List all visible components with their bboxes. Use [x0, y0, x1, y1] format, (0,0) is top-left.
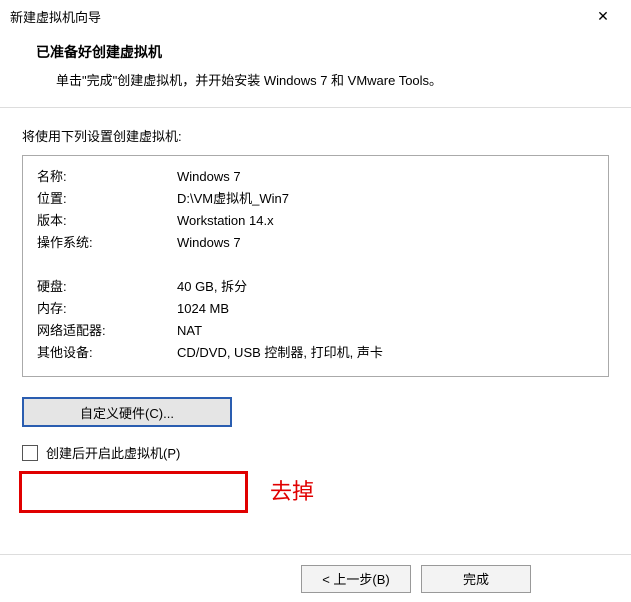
back-button-label: < 上一步(B)	[322, 569, 390, 588]
power-on-checkbox-label[interactable]: 创建后开启此虚拟机(P)	[46, 443, 180, 462]
settings-label-os: 操作系统:	[37, 232, 177, 254]
power-on-checkbox[interactable]	[22, 445, 38, 461]
settings-value-memory: 1024 MB	[177, 298, 594, 320]
settings-label-network: 网络适配器:	[37, 320, 177, 342]
settings-row: 其他设备: CD/DVD, USB 控制器, 打印机, 声卡	[37, 342, 594, 364]
settings-row: 操作系统: Windows 7	[37, 232, 594, 254]
wizard-description: 单击"完成"创建虚拟机，并开始安装 Windows 7 和 VMware Too…	[36, 70, 621, 89]
finish-button-label: 完成	[463, 569, 489, 588]
settings-row: 网络适配器: NAT	[37, 320, 594, 342]
settings-value-disk: 40 GB, 拆分	[177, 276, 594, 298]
customize-hardware-button[interactable]: 自定义硬件(C)...	[22, 397, 232, 427]
settings-row: 名称: Windows 7	[37, 166, 594, 188]
close-icon: ✕	[597, 8, 609, 25]
settings-label-version: 版本:	[37, 210, 177, 232]
settings-label-name: 名称:	[37, 166, 177, 188]
annotation-text: 去掉	[270, 474, 314, 506]
settings-row: 硬盘: 40 GB, 拆分	[37, 276, 594, 298]
wizard-footer: < 上一步(B) 完成	[0, 554, 631, 602]
wizard-content: 将使用下列设置创建虚拟机: 名称: Windows 7 位置: D:\VM虚拟机…	[0, 108, 631, 462]
settings-label-other: 其他设备:	[37, 342, 177, 364]
settings-label-location: 位置:	[37, 188, 177, 210]
close-button[interactable]: ✕	[585, 4, 621, 28]
window-title: 新建虚拟机向导	[10, 7, 101, 26]
settings-summary-box: 名称: Windows 7 位置: D:\VM虚拟机_Win7 版本: Work…	[22, 155, 609, 377]
wizard-title: 已准备好创建虚拟机	[36, 42, 621, 62]
settings-row: 位置: D:\VM虚拟机_Win7	[37, 188, 594, 210]
settings-value-name: Windows 7	[177, 166, 594, 188]
settings-label-disk: 硬盘:	[37, 276, 177, 298]
settings-label-memory: 内存:	[37, 298, 177, 320]
settings-row: 版本: Workstation 14.x	[37, 210, 594, 232]
settings-value-os: Windows 7	[177, 232, 594, 254]
settings-value-version: Workstation 14.x	[177, 210, 594, 232]
wizard-header: 已准备好创建虚拟机 单击"完成"创建虚拟机，并开始安装 Windows 7 和 …	[0, 30, 631, 108]
settings-row: 内存: 1024 MB	[37, 298, 594, 320]
finish-button[interactable]: 完成	[421, 565, 531, 593]
titlebar: 新建虚拟机向导 ✕	[0, 0, 631, 30]
settings-value-other: CD/DVD, USB 控制器, 打印机, 声卡	[177, 342, 594, 364]
customize-hardware-label: 自定义硬件(C)...	[80, 403, 174, 422]
settings-intro: 将使用下列设置创建虚拟机:	[22, 126, 609, 145]
power-on-checkbox-row: 创建后开启此虚拟机(P)	[22, 443, 609, 462]
back-button[interactable]: < 上一步(B)	[301, 565, 411, 593]
settings-value-location: D:\VM虚拟机_Win7	[177, 188, 594, 210]
annotation-highlight-box	[19, 471, 248, 513]
settings-value-network: NAT	[177, 320, 594, 342]
